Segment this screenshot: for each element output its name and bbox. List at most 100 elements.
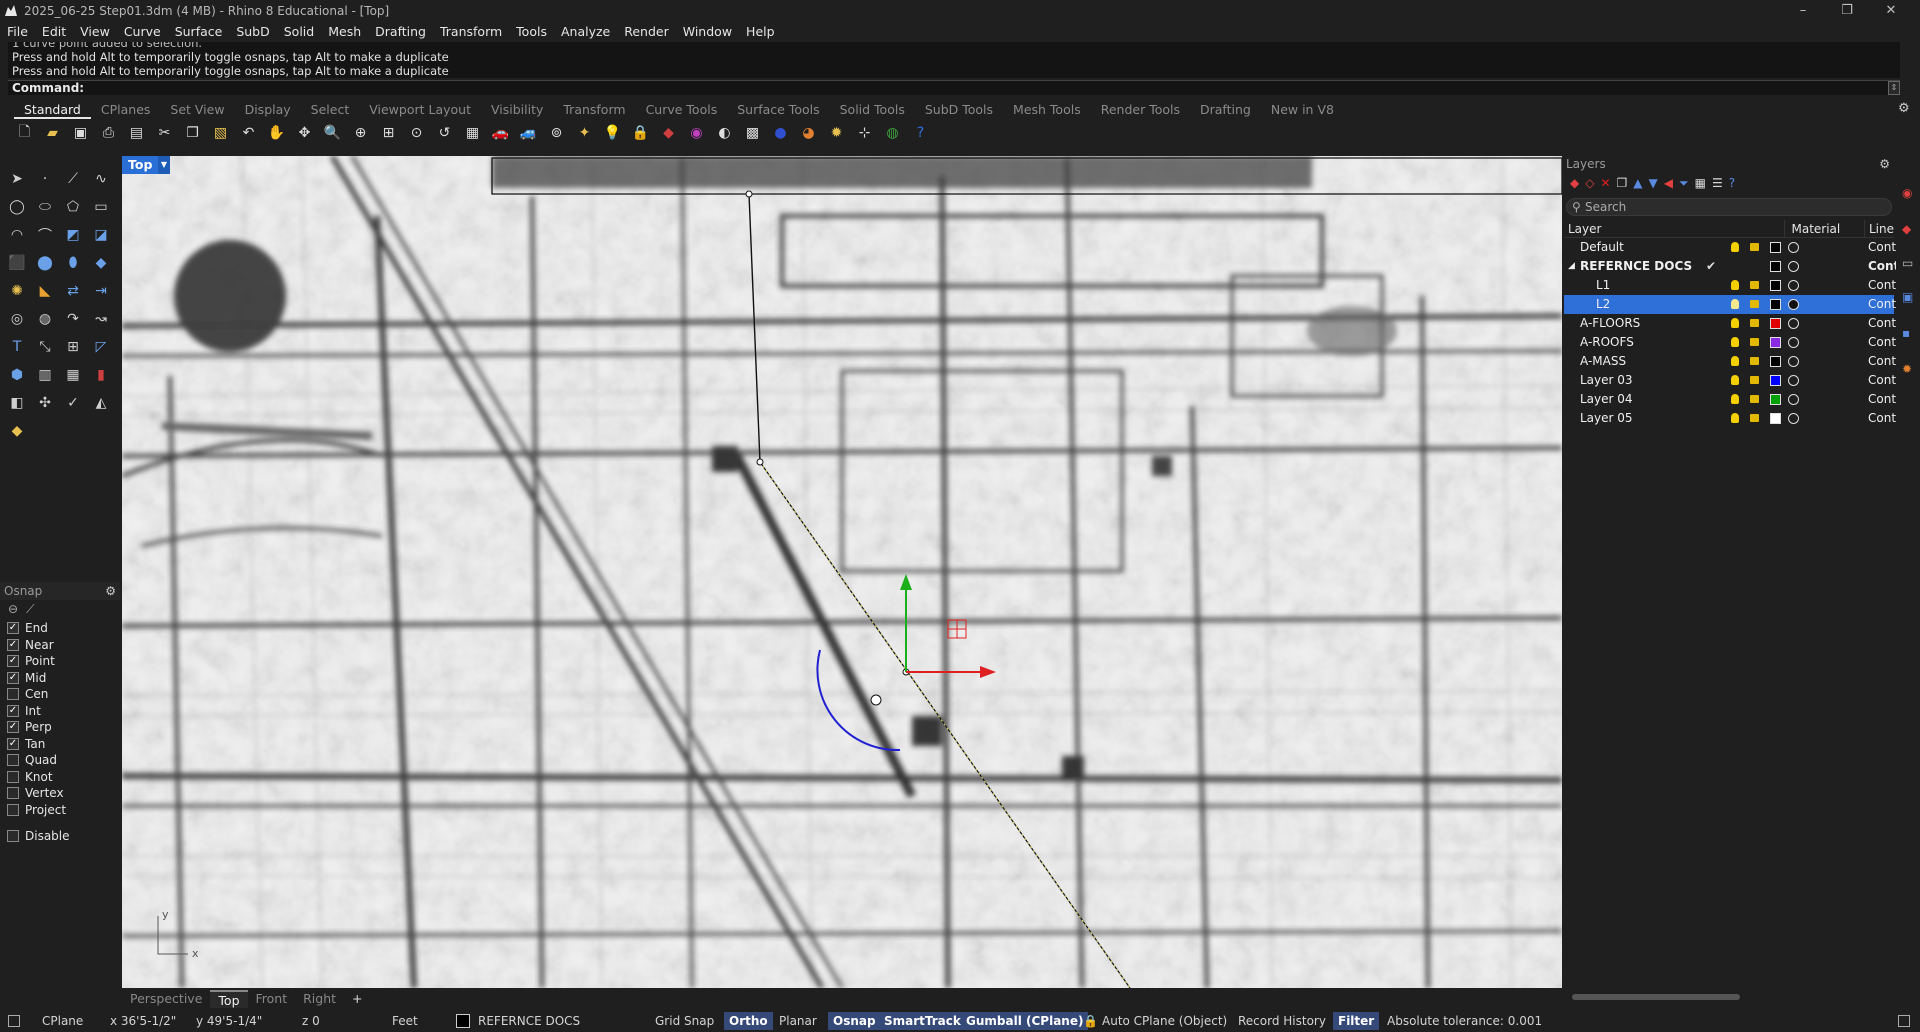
visibility-bulb-icon[interactable] [1731, 337, 1739, 347]
menu-window[interactable]: Window [676, 22, 739, 42]
section-icon[interactable]: ✣ [32, 390, 58, 416]
visibility-bulb-icon[interactable] [1731, 413, 1739, 423]
status-smarttrack[interactable]: SmartTrack [879, 1012, 966, 1030]
linetype-label[interactable]: Cont [1868, 409, 1896, 428]
edit-points-icon[interactable]: ◸ [88, 334, 114, 360]
visibility-bulb-icon[interactable] [1731, 394, 1739, 404]
extrude-icon[interactable]: ◆ [88, 250, 114, 276]
osnap-checkbox[interactable]: ✓ [7, 737, 19, 750]
open-file-icon[interactable]: ▰ [40, 120, 65, 145]
zoom-extents-icon[interactable]: ⊞ [376, 120, 401, 145]
material-icon[interactable]: ◕ [796, 120, 821, 145]
dimension-tool-icon[interactable]: ⤡ [32, 334, 58, 360]
osnap-near[interactable]: ✓ Near [0, 637, 120, 654]
arc-icon[interactable]: ◠ [4, 222, 30, 248]
status-autocplane[interactable]: Auto CPlane (Object) [1102, 1010, 1227, 1032]
toolbar-tab-display[interactable]: Display [235, 101, 301, 119]
menu-surface[interactable]: Surface [168, 22, 230, 42]
maximize-button[interactable]: ❐ [1832, 2, 1862, 20]
mesh-icon[interactable]: ▩ [740, 120, 765, 145]
color-wheel-icon[interactable]: ◉ [684, 120, 709, 145]
menu-transform[interactable]: Transform [433, 22, 509, 42]
menu-subd[interactable]: SubD [229, 22, 276, 42]
gear-tool-icon[interactable]: ✺ [4, 278, 30, 304]
zoom-icon[interactable]: 🔍 [320, 120, 345, 145]
layer-name[interactable]: A-MASS [1580, 352, 1626, 371]
toolbar-tab-viewport-layout[interactable]: Viewport Layout [359, 101, 481, 119]
layer-color-swatch[interactable] [1770, 394, 1781, 405]
help-tab-icon[interactable]: ▪ [1902, 326, 1910, 340]
undo-view-icon[interactable]: ↺ [432, 120, 457, 145]
osnap-checkbox[interactable]: ✓ [7, 622, 19, 635]
transform-tool-icon[interactable]: ⊞ [60, 334, 86, 360]
layer-color-swatch[interactable] [1770, 318, 1781, 329]
layer-name[interactable]: Layer 03 [1580, 371, 1633, 390]
checkmark-icon[interactable]: ✓ [60, 390, 86, 416]
fillet-curve-icon[interactable]: ⌒ [32, 222, 58, 248]
osnap-gear-icon[interactable]: ⚙ [105, 582, 116, 600]
filter-icon[interactable]: ⏷ [1679, 176, 1689, 190]
layer-name[interactable]: Default [1580, 238, 1624, 257]
viewport-tab-front[interactable]: Front [248, 990, 296, 1008]
layer-name[interactable]: L2 [1596, 295, 1610, 314]
layer-name[interactable]: A-FLOORS [1580, 314, 1640, 333]
lock-icon[interactable] [1750, 338, 1759, 346]
layer-row[interactable]: A-MASS Cont [1564, 352, 1896, 371]
lock-icon[interactable] [1750, 376, 1759, 384]
rotate-view-icon[interactable]: ✥ [292, 120, 317, 145]
layer-row[interactable]: L2 Cont [1564, 295, 1896, 314]
layers-help-icon[interactable]: ? [1729, 176, 1735, 190]
material-icon[interactable] [1788, 375, 1799, 386]
material-icon[interactable] [1788, 242, 1799, 253]
layer-name[interactable]: Layer 05 [1580, 409, 1633, 428]
layer-name[interactable]: REFERNCE DOCS [1580, 257, 1692, 276]
osnap-cen[interactable]: Cen [0, 686, 120, 703]
osnap-point-filter-icon[interactable]: ⟋ [26, 602, 34, 618]
toolbar-tab-transform[interactable]: Transform [553, 101, 635, 119]
dimension-icon[interactable]: ⊹ [852, 120, 877, 145]
layer-color-swatch[interactable] [1770, 299, 1781, 310]
list-view-icon[interactable]: ☰ [1712, 176, 1723, 190]
viewport-tab-right[interactable]: Right [295, 990, 344, 1008]
four-viewports-icon[interactable]: ▦ [460, 120, 485, 145]
hatch-icon[interactable]: ▥ [32, 362, 58, 388]
linetype-label[interactable]: Cont [1868, 352, 1896, 371]
material-icon[interactable] [1788, 318, 1799, 329]
toolbar-tab-subd-tools[interactable]: SubD Tools [915, 101, 1003, 119]
menu-analyze[interactable]: Analyze [554, 22, 617, 42]
render-tab-icon[interactable]: ✹ [1902, 362, 1912, 376]
visibility-bulb-icon[interactable] [1731, 375, 1739, 385]
lock-icon[interactable]: 🔒 [628, 120, 653, 145]
layers-hscrollbar[interactable] [1572, 994, 1740, 1000]
material-icon[interactable] [1788, 394, 1799, 405]
point-icon[interactable]: · [32, 166, 58, 192]
lock-icon[interactable] [1750, 319, 1759, 327]
layer-color-swatch[interactable] [1770, 337, 1781, 348]
osnap-checkbox[interactable] [7, 803, 19, 816]
osnap-project[interactable]: Project [0, 802, 120, 819]
status-ortho[interactable]: Ortho [724, 1012, 773, 1030]
subd-icon[interactable]: ◎ [4, 306, 30, 332]
new-layer-icon[interactable]: ◆ [1570, 176, 1579, 190]
right-panel-toggle-icon[interactable] [1898, 1015, 1910, 1027]
status-record-history[interactable]: Record History [1238, 1010, 1326, 1032]
cylinder-icon[interactable]: ⬮ [60, 250, 86, 276]
toolbar-tab-standard[interactable]: Standard [14, 101, 91, 119]
materials-tab-icon[interactable]: ◆ [1902, 222, 1911, 236]
linetype-label[interactable]: Cont [1868, 257, 1899, 276]
analyze-icon[interactable]: ◧ [4, 390, 30, 416]
col-material[interactable]: Material [1784, 220, 1864, 237]
mesh-tool-icon[interactable]: ◍ [32, 306, 58, 332]
layer-name[interactable]: Layer 04 [1580, 390, 1633, 409]
pan-icon[interactable]: ✋ [264, 120, 289, 145]
viewport-tab-perspective[interactable]: Perspective [122, 990, 210, 1008]
lock-icon[interactable] [1750, 281, 1759, 289]
light-bulb-icon[interactable]: 💡 [600, 120, 625, 145]
box-icon[interactable]: ⬛ [4, 250, 30, 276]
trim-icon[interactable]: ↷ [60, 306, 86, 332]
toolbar-tab-mesh-tools[interactable]: Mesh Tools [1003, 101, 1091, 119]
osnap-checkbox[interactable] [7, 770, 19, 783]
material-icon[interactable] [1788, 299, 1799, 310]
add-viewport-tab-button[interactable]: + [344, 990, 370, 1008]
car-icon[interactable]: 🚗 [488, 120, 513, 145]
